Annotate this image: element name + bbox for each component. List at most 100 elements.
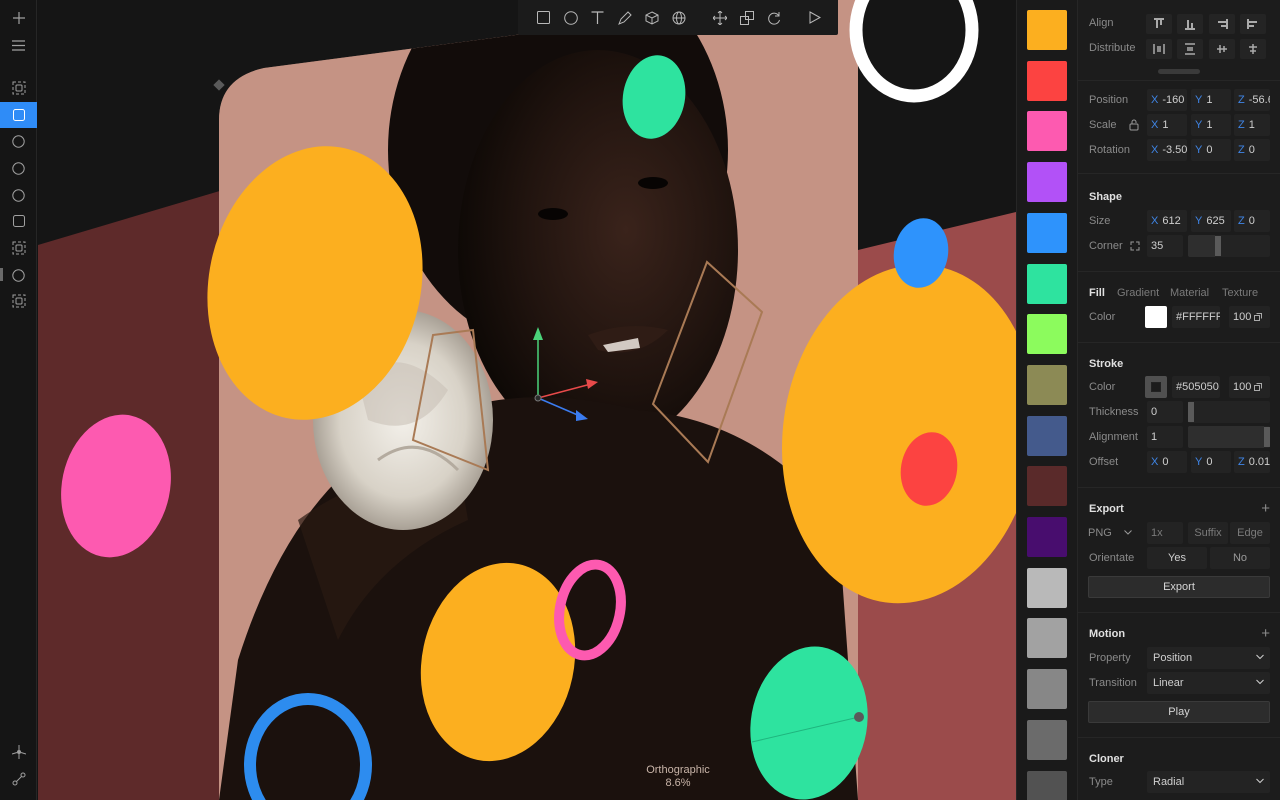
tab-gradient[interactable]: Gradient bbox=[1117, 287, 1159, 299]
layer-group-icon[interactable] bbox=[0, 288, 37, 314]
thickness-slider[interactable] bbox=[1188, 401, 1270, 423]
layer-circle-icon[interactable] bbox=[0, 128, 37, 154]
play-button[interactable]: Play bbox=[1088, 701, 1270, 723]
layer-scroll-indicator[interactable] bbox=[0, 268, 3, 281]
tab-fill[interactable]: Fill bbox=[1089, 287, 1105, 299]
cloner-type-select[interactable]: Radial bbox=[1147, 771, 1270, 793]
add-export-icon[interactable]: + bbox=[1261, 501, 1270, 516]
layer-group-icon[interactable] bbox=[0, 235, 37, 261]
rectangle-tool-icon[interactable] bbox=[530, 4, 557, 31]
tab-material[interactable]: Material bbox=[1170, 287, 1209, 299]
palette-swatch[interactable] bbox=[1027, 314, 1067, 355]
rotate-tool-icon[interactable] bbox=[760, 4, 787, 31]
palette-swatch[interactable] bbox=[1027, 415, 1067, 456]
layer-rectangle-icon[interactable] bbox=[0, 208, 37, 234]
align-bottom-icon[interactable] bbox=[1177, 14, 1203, 34]
export-format-select[interactable]: PNG bbox=[1084, 522, 1136, 544]
align-left-icon[interactable] bbox=[1240, 14, 1266, 34]
stroke-hex-field[interactable]: #505050 bbox=[1172, 376, 1220, 398]
thickness-field[interactable]: 0 bbox=[1147, 401, 1183, 423]
pen-tool-icon[interactable] bbox=[611, 4, 638, 31]
link-icon[interactable] bbox=[0, 766, 37, 792]
sphere-tool-icon[interactable] bbox=[665, 4, 692, 31]
rotation-x-field[interactable]: X -3.50 bbox=[1147, 139, 1187, 161]
play-icon[interactable] bbox=[801, 4, 828, 31]
alignment-slider-knob[interactable] bbox=[1264, 427, 1270, 447]
center-vertical-icon[interactable] bbox=[1240, 39, 1266, 59]
palette-swatch[interactable] bbox=[1027, 466, 1067, 507]
export-suffix-field[interactable]: Suffix bbox=[1188, 522, 1228, 544]
layer-circle-icon[interactable] bbox=[0, 155, 37, 181]
align-top-icon[interactable] bbox=[1146, 14, 1172, 34]
copy-icon[interactable] bbox=[1254, 383, 1263, 391]
palette-swatch[interactable] bbox=[1027, 669, 1067, 710]
move-tool-icon[interactable] bbox=[706, 4, 733, 31]
add-icon[interactable] bbox=[0, 5, 37, 31]
layer-rectangle-selected-icon[interactable] bbox=[0, 102, 37, 128]
scene-graph-icon[interactable] bbox=[0, 739, 37, 765]
palette-swatch[interactable] bbox=[1027, 770, 1067, 800]
transition-select[interactable]: Linear bbox=[1147, 672, 1270, 694]
corner-field[interactable]: 35 bbox=[1147, 235, 1183, 257]
rotation-z-field[interactable]: Z0 bbox=[1234, 139, 1270, 161]
copy-icon[interactable] bbox=[1254, 313, 1263, 321]
scale-tool-icon[interactable] bbox=[733, 4, 760, 31]
position-y-field[interactable]: Y1 bbox=[1191, 89, 1231, 111]
position-z-field[interactable]: Z-56.6 bbox=[1234, 89, 1270, 111]
size-z-field[interactable]: Z0 bbox=[1234, 210, 1270, 232]
canvas-viewport[interactable]: Orthographic 8.6% bbox=[38, 0, 1016, 800]
property-select[interactable]: Position bbox=[1147, 647, 1270, 669]
distribute-horizontal-icon[interactable] bbox=[1146, 39, 1172, 59]
offset-y-field[interactable]: Y0 bbox=[1191, 451, 1231, 473]
rotation-y-field[interactable]: Y0 bbox=[1191, 139, 1231, 161]
layer-group-icon[interactable] bbox=[0, 75, 37, 101]
position-x-field[interactable]: X -160 bbox=[1147, 89, 1187, 111]
orientate-no-button[interactable]: No bbox=[1210, 547, 1270, 569]
ellipse-tool-icon[interactable] bbox=[557, 4, 584, 31]
palette-swatch[interactable] bbox=[1027, 162, 1067, 203]
corner-slider[interactable] bbox=[1188, 235, 1270, 257]
palette-swatch[interactable] bbox=[1027, 263, 1067, 304]
palette-swatch[interactable] bbox=[1027, 364, 1067, 405]
orientate-yes-button[interactable]: Yes bbox=[1147, 547, 1207, 569]
center-horizontal-icon[interactable] bbox=[1209, 39, 1235, 59]
stroke-opacity-field[interactable]: 100 bbox=[1229, 376, 1270, 398]
size-x-field[interactable]: X 612 bbox=[1147, 210, 1187, 232]
offset-x-field[interactable]: X0 bbox=[1147, 451, 1187, 473]
palette-swatch[interactable] bbox=[1027, 111, 1067, 152]
text-tool-icon[interactable] bbox=[584, 4, 611, 31]
scale-x-field[interactable]: X1 bbox=[1147, 114, 1187, 136]
cube-tool-icon[interactable] bbox=[638, 4, 665, 31]
fill-color-swatch[interactable] bbox=[1145, 306, 1167, 328]
distribute-vertical-icon[interactable] bbox=[1177, 39, 1203, 59]
size-y-field[interactable]: Y 625 bbox=[1191, 210, 1231, 232]
alignment-slider[interactable] bbox=[1188, 426, 1270, 448]
export-button[interactable]: Export bbox=[1088, 576, 1270, 598]
palette-swatch[interactable] bbox=[1027, 719, 1067, 760]
menu-icon[interactable] bbox=[0, 32, 37, 58]
palette-swatch[interactable] bbox=[1027, 60, 1067, 101]
palette-swatch[interactable] bbox=[1027, 10, 1067, 50]
palette-swatch[interactable] bbox=[1027, 517, 1067, 557]
export-edge-field[interactable]: Edge bbox=[1230, 522, 1270, 544]
tab-texture[interactable]: Texture bbox=[1222, 287, 1258, 299]
layer-circle-icon[interactable] bbox=[0, 182, 37, 208]
align-right-icon[interactable] bbox=[1209, 14, 1235, 34]
add-motion-icon[interactable]: + bbox=[1261, 626, 1270, 641]
panel-drag-handle[interactable] bbox=[1158, 69, 1200, 74]
alignment-field[interactable]: 1 bbox=[1147, 426, 1183, 448]
fill-hex-field[interactable]: #FFFFFF bbox=[1172, 306, 1220, 328]
palette-swatch[interactable] bbox=[1027, 212, 1067, 253]
thickness-slider-knob[interactable] bbox=[1188, 402, 1194, 422]
layer-circle-icon[interactable] bbox=[0, 262, 37, 288]
lock-icon[interactable] bbox=[1129, 119, 1139, 134]
offset-z-field[interactable]: Z 0.01 bbox=[1234, 451, 1270, 473]
fill-opacity-field[interactable]: 100 bbox=[1229, 306, 1270, 328]
scale-y-field[interactable]: Y1 bbox=[1191, 114, 1231, 136]
scene-artwork[interactable] bbox=[38, 0, 1016, 800]
palette-swatch[interactable] bbox=[1027, 567, 1067, 608]
scale-z-field[interactable]: Z1 bbox=[1234, 114, 1270, 136]
corner-slider-knob[interactable] bbox=[1214, 236, 1221, 256]
palette-swatch[interactable] bbox=[1027, 618, 1067, 659]
stroke-color-swatch[interactable] bbox=[1145, 376, 1167, 398]
